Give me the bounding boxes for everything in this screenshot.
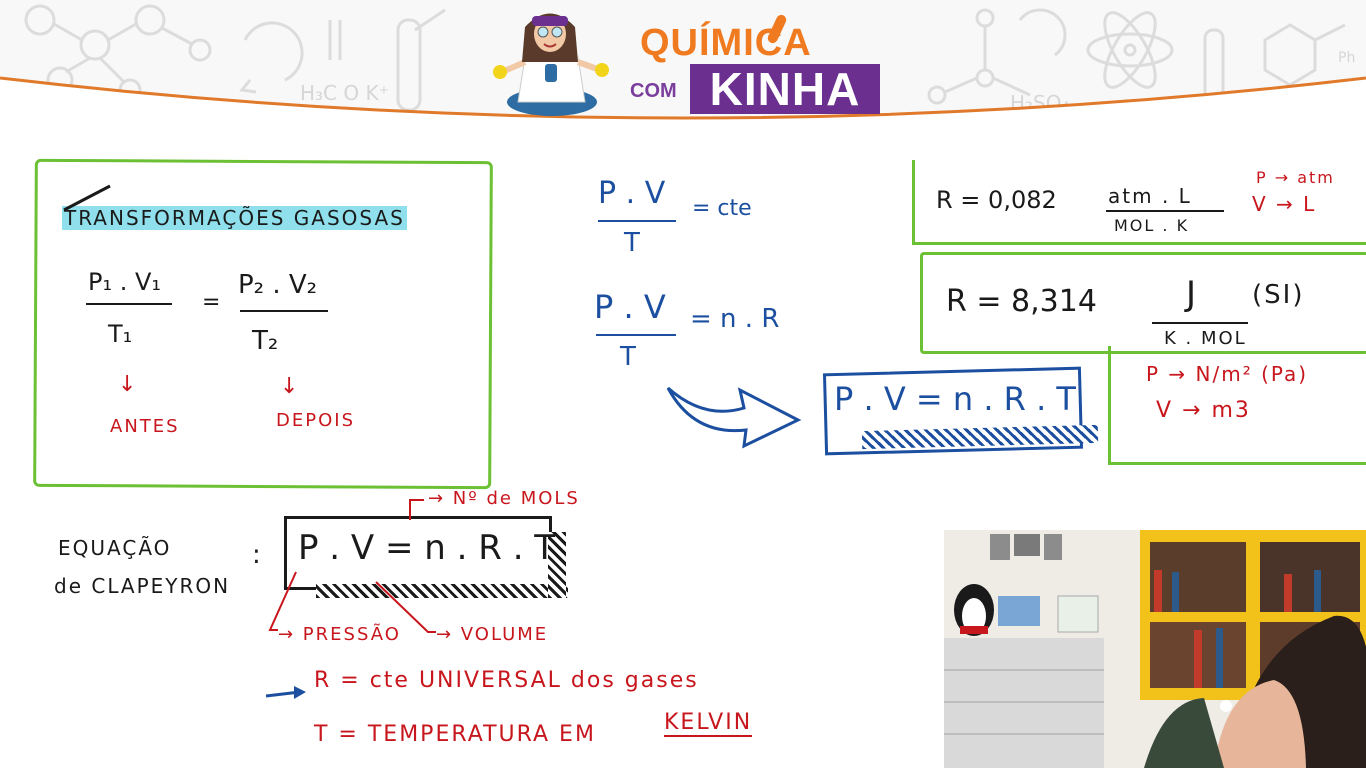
r-atm-unit-num: atm . L [1108, 184, 1192, 208]
r-atm-unit-den: MOL . K [1114, 216, 1190, 235]
antes-arrow: ↓ [118, 372, 137, 397]
r-si-p-unit: P → N/m² (Pa) [1146, 362, 1309, 386]
p2v2-text: P₂ . V₂ [238, 270, 318, 300]
eq-cte-text: = cte [692, 196, 752, 221]
big-arrow-icon [666, 386, 802, 449]
r-si-unit-den: K . MOL [1164, 328, 1247, 349]
r-atm-v-unit: V → L [1252, 192, 1317, 216]
clapeyron-label-line2: de CLAPEYRON [54, 574, 231, 598]
depois-arrow: ↓ [280, 374, 299, 399]
n-mols-label: → Nº de MOLS [428, 488, 580, 509]
r-definition: R = cte UNIVERSAL dos gases [314, 668, 699, 693]
ph-label: Ph [1338, 50, 1355, 66]
fraction-bar-3 [598, 220, 676, 222]
r-si-si: (SI) [1252, 280, 1305, 310]
t-text-1: T [624, 228, 640, 258]
webcam-scene [944, 530, 1366, 768]
t-text-2: T [620, 342, 636, 372]
antes-label: ANTES [110, 416, 180, 437]
pv-text-1: P . V [598, 176, 666, 211]
p1v1-text: P₁ . V₁ [88, 268, 162, 296]
brand-logo: QUÍMICA COM KINHA [630, 14, 890, 122]
formula-left-text: H₃C O K⁺ [300, 81, 389, 105]
fraction-bar-4 [596, 334, 676, 336]
volume-label: → VOLUME [436, 624, 549, 645]
r-si-v-unit: V → m3 [1156, 398, 1251, 423]
pressao-label: → PRESSÃO [278, 624, 401, 645]
pv-text-2: P . V [594, 288, 666, 326]
t2-text: T₂ [252, 326, 279, 356]
r-atm-value: R = 0,082 [936, 186, 1057, 214]
fraction-bar-2 [240, 310, 328, 312]
t-definition: T = TEMPERATURA EM [314, 722, 596, 747]
clapeyron-label-line1: EQUAÇÃO [58, 536, 172, 560]
blue-pointer-arrow-icon [265, 686, 306, 699]
t1-text: T₁ [108, 320, 133, 348]
brand-connector: COM [630, 80, 677, 102]
depois-label: DEPOIS [276, 410, 355, 431]
brand-line2: KINHA [690, 64, 880, 114]
header-banner: H₃C O K⁺ H₂SO₄ Ph QUÍMICA COM KINHA [0, 0, 1366, 130]
gas-box-equals: = [202, 290, 221, 315]
fraction-bar-5 [1106, 210, 1224, 212]
webcam-video-feed [944, 530, 1366, 768]
title-stroke-mark [63, 184, 111, 212]
scientist-mascot-icon [493, 13, 609, 116]
pvnrt-blue-text: P . V = n . R . T [834, 380, 1076, 418]
fraction-bar-6 [1152, 322, 1248, 324]
r-si-value: R = 8,314 [946, 284, 1097, 319]
r-atm-p-unit: P → atm [1256, 168, 1335, 187]
test-tube-icon [767, 14, 787, 44]
kelvin-label: KELVIN [664, 710, 753, 737]
eq-nr-text: = n . R [690, 304, 780, 334]
fraction-bar-1 [86, 303, 172, 305]
r-si-unit-num: J [1186, 274, 1197, 314]
